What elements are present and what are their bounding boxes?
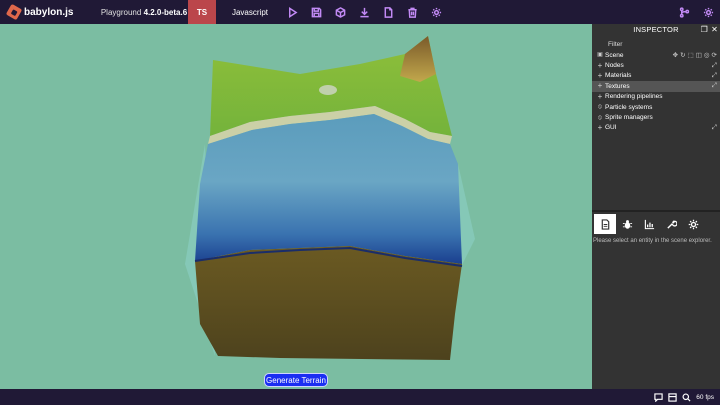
plus-icon: + bbox=[597, 91, 603, 101]
expand-icon[interactable]: ⤢ bbox=[712, 72, 717, 80]
properties-icon bbox=[601, 218, 609, 230]
settings-icon bbox=[703, 7, 713, 17]
new-button[interactable] bbox=[376, 0, 400, 24]
expand-icon[interactable]: ⤢ bbox=[712, 62, 717, 70]
tree-item-label: Textures bbox=[605, 82, 630, 90]
tree-item-sprite-managers[interactable]: ⦸ Sprite managers bbox=[592, 112, 720, 122]
expand-icon[interactable]: ⤢ bbox=[712, 82, 717, 90]
search-icon[interactable] bbox=[682, 392, 691, 402]
inspector-tabs bbox=[592, 214, 720, 234]
popout-icon[interactable]: ❐ bbox=[701, 25, 708, 34]
rotate-icon[interactable]: ↻ bbox=[680, 51, 685, 59]
cube-icon bbox=[335, 6, 345, 18]
plus-icon: + bbox=[597, 70, 603, 80]
tab-properties[interactable] bbox=[594, 214, 616, 234]
ban-icon: ⦸ bbox=[598, 104, 602, 111]
tab-settings[interactable] bbox=[682, 214, 704, 234]
bounding-box-icon[interactable]: ◫ bbox=[696, 51, 702, 59]
settings-button[interactable] bbox=[424, 0, 448, 24]
render-canvas[interactable]: Generate Terrain bbox=[0, 24, 592, 389]
babylon-logo-icon bbox=[5, 3, 23, 21]
plus-icon: + bbox=[597, 81, 603, 91]
version-prefix: Playground bbox=[100, 7, 142, 17]
tab-tools[interactable] bbox=[660, 214, 682, 234]
tools-icon bbox=[666, 219, 677, 229]
generate-terrain-button[interactable]: Generate Terrain bbox=[264, 373, 328, 387]
plus-icon: + bbox=[597, 60, 603, 70]
download-icon bbox=[359, 7, 369, 17]
tab-javascript[interactable]: Javascript bbox=[220, 8, 280, 17]
logo-text: babylon.js bbox=[24, 6, 74, 18]
options-button[interactable] bbox=[696, 0, 720, 24]
tree-item-label: Materials bbox=[605, 72, 632, 80]
panel-divider[interactable] bbox=[592, 210, 720, 212]
scene-tools: ✥ ↻ ⬚ ◫ ◎ ⟳ bbox=[673, 51, 717, 59]
filter-input[interactable]: Filter bbox=[592, 38, 720, 50]
settings-icon bbox=[688, 219, 698, 229]
tree-item-textures[interactable]: + Textures ⤢ bbox=[592, 81, 720, 92]
babylon-logo[interactable]: babylon.js bbox=[0, 3, 100, 21]
tree-item-materials[interactable]: + Materials ⤢ bbox=[592, 71, 720, 81]
tab-statistics[interactable] bbox=[638, 214, 660, 234]
version-number: 4.2.0-beta.6 bbox=[143, 7, 188, 17]
move-icon[interactable]: ✥ bbox=[673, 51, 678, 59]
statistics-icon bbox=[644, 219, 654, 229]
gear-icon bbox=[431, 7, 441, 17]
tree-item-label: Rendering pipelines bbox=[605, 93, 663, 101]
expand-icon[interactable]: ⤢ bbox=[712, 124, 717, 132]
plus-icon: + bbox=[597, 122, 603, 132]
play-icon bbox=[288, 6, 298, 18]
save-icon bbox=[311, 7, 321, 17]
tree-item-label: Nodes bbox=[605, 62, 624, 70]
selection-hint: Please select an entity in the scene exp… bbox=[593, 238, 712, 244]
tree-item-label: GUI bbox=[605, 124, 617, 132]
fullscreen-icon[interactable] bbox=[668, 392, 677, 402]
scale-icon[interactable]: ⬚ bbox=[688, 51, 694, 59]
tab-typescript[interactable]: TS bbox=[188, 0, 216, 24]
inspector-title: INSPECTOR bbox=[633, 24, 679, 34]
run-button[interactable] bbox=[280, 0, 304, 24]
inspector-panel: INSPECTOR ❐ ✕ Filter ▣ Scene ✥ ↻ ⬚ ◫ ◎ ⟳… bbox=[592, 24, 720, 389]
download-button[interactable] bbox=[352, 0, 376, 24]
ban-icon: ⦸ bbox=[598, 114, 602, 121]
tree-item-gui[interactable]: + GUI ⤢ bbox=[592, 123, 720, 133]
tree-item-particle-systems[interactable]: ⦸ Particle systems bbox=[592, 102, 720, 112]
tree-item-rendering-pipelines[interactable]: + Rendering pipelines bbox=[592, 92, 720, 102]
branch-icon bbox=[679, 6, 689, 18]
bottom-bar: 60 fps bbox=[0, 389, 720, 405]
terrain-render bbox=[185, 36, 475, 360]
tree-item-label: Scene bbox=[605, 51, 624, 59]
fps-counter: 60 fps bbox=[696, 393, 714, 401]
save-button[interactable] bbox=[304, 0, 328, 24]
scene-icon: ▣ bbox=[597, 52, 603, 59]
picking-icon[interactable]: ◎ bbox=[704, 51, 710, 59]
inspector-toggle-button[interactable] bbox=[328, 0, 352, 24]
chat-icon[interactable] bbox=[654, 392, 663, 402]
tree-item-scene[interactable]: ▣ Scene ✥ ↻ ⬚ ◫ ◎ ⟳ bbox=[592, 50, 720, 60]
debug-icon bbox=[622, 219, 632, 229]
close-icon[interactable]: ✕ bbox=[711, 25, 718, 34]
clear-button[interactable] bbox=[400, 0, 424, 24]
new-file-icon bbox=[384, 6, 392, 18]
refresh-icon[interactable]: ⟳ bbox=[712, 51, 717, 59]
tree-item-label: Particle systems bbox=[605, 103, 653, 111]
tree-item-nodes[interactable]: + Nodes ⤢ bbox=[592, 60, 720, 70]
version-label: Playground 4.2.0-beta.6 bbox=[100, 8, 188, 17]
trash-icon bbox=[407, 7, 417, 18]
inspector-header: INSPECTOR ❐ ✕ bbox=[592, 24, 720, 35]
top-bar: babylon.js Playground 4.2.0-beta.6 TS Ja… bbox=[0, 0, 720, 24]
tree-item-label: Sprite managers bbox=[605, 114, 653, 122]
tab-debug[interactable] bbox=[616, 214, 638, 234]
examples-button[interactable] bbox=[672, 0, 696, 24]
